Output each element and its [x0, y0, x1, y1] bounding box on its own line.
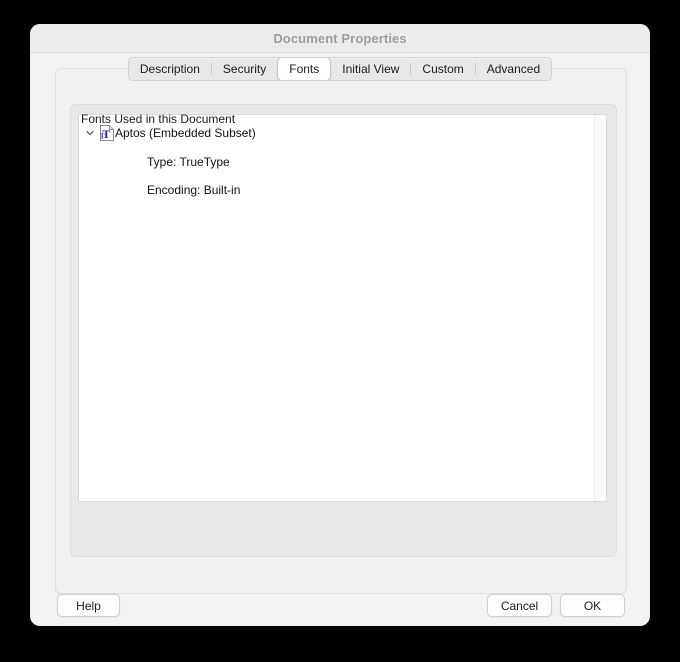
list-item[interactable]: T T Aptos (Embedded Subset): [79, 123, 606, 143]
tabstrip: Description Security Fonts Initial View …: [30, 57, 650, 81]
font-detail-encoding: Encoding: Built-in: [147, 183, 241, 197]
tab-advanced-label: Advanced: [486, 62, 541, 76]
fonts-groupbox-label: Fonts Used in this Document: [81, 112, 236, 126]
ok-button[interactable]: OK: [560, 594, 625, 617]
ok-button-label: OK: [583, 598, 602, 613]
page-title: Document Properties: [273, 30, 407, 46]
document-properties-window: Document Properties Description Security…: [30, 24, 650, 626]
tab-custom-label: Custom: [422, 62, 464, 76]
tab-initial-view-label: Initial View: [342, 62, 400, 76]
font-name-label: Aptos (Embedded Subset): [115, 126, 256, 140]
fonts-list[interactable]: T T Aptos (Embedded Subset) Type: TrueTy…: [78, 114, 607, 502]
truetype-font-icon: T T: [100, 125, 114, 141]
tab-security[interactable]: Security: [212, 58, 277, 80]
tab-custom[interactable]: Custom: [411, 58, 474, 80]
tab-fonts-label: Fonts: [289, 62, 320, 76]
tab-description-label: Description: [139, 62, 200, 76]
cancel-button-label: Cancel: [500, 598, 539, 613]
tab-security-label: Security: [222, 62, 267, 76]
help-button[interactable]: Help: [57, 594, 120, 617]
cancel-button[interactable]: Cancel: [487, 594, 552, 617]
segmented-tab-control: Description Security Fonts Initial View …: [127, 57, 553, 81]
chevron-down-icon[interactable]: [83, 126, 97, 140]
tab-fonts[interactable]: Fonts: [277, 58, 332, 80]
tab-description[interactable]: Description: [129, 58, 211, 80]
window-titlebar: Document Properties: [30, 24, 650, 53]
tab-initial-view[interactable]: Initial View: [331, 58, 410, 80]
vertical-scrollbar[interactable]: [594, 115, 606, 501]
tab-advanced[interactable]: Advanced: [476, 58, 551, 80]
font-detail-type: Type: TrueType: [147, 155, 230, 169]
help-button-label: Help: [76, 598, 101, 613]
svg-text:T: T: [100, 133, 105, 141]
